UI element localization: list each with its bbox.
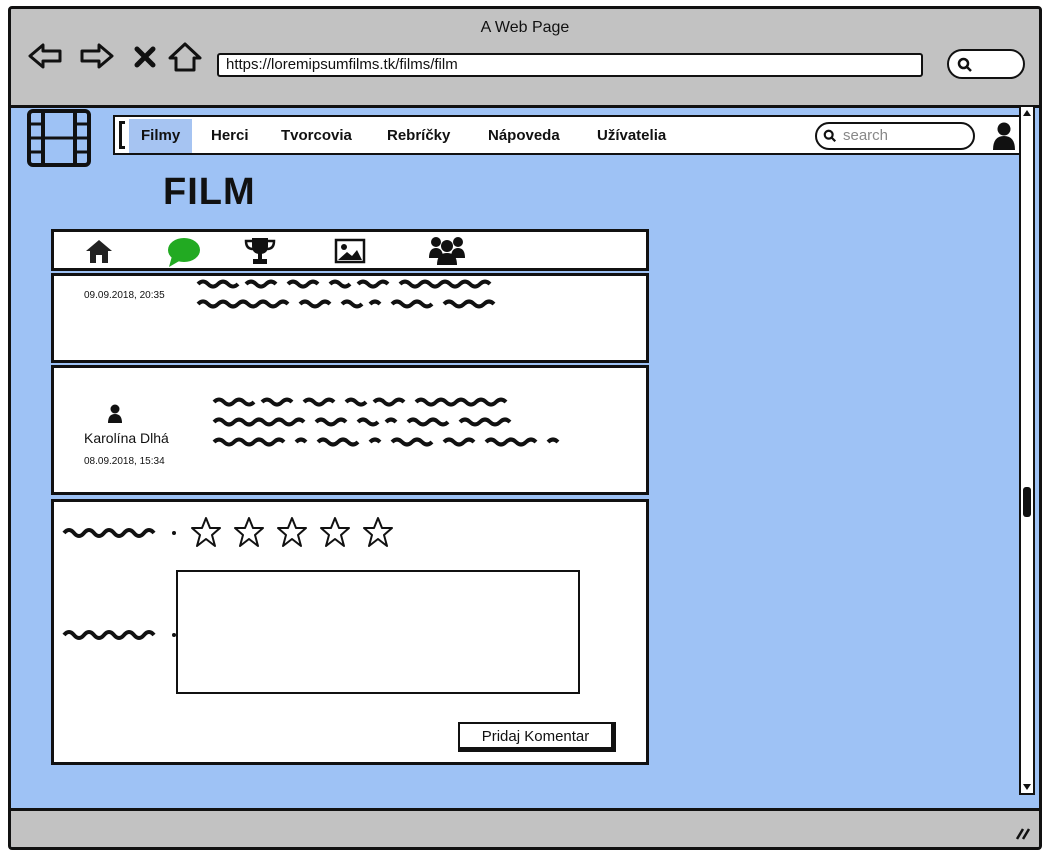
scroll-thumb[interactable] (1023, 487, 1031, 517)
home-icon[interactable] (84, 238, 114, 264)
comment-text (212, 397, 560, 447)
comment-icon[interactable] (166, 236, 202, 268)
resize-grip-icon[interactable] (1013, 823, 1031, 841)
nav-item-uzivatelia[interactable]: Užívatelia (585, 119, 678, 153)
rating-label (62, 528, 176, 538)
star-icon[interactable] (319, 516, 351, 548)
user-icon[interactable] (991, 121, 1017, 151)
comment-form: Pridaj Komentar (51, 499, 649, 765)
comment-date: 09.09.2018, 20:35 (84, 290, 165, 301)
stop-x-icon[interactable] (133, 45, 157, 69)
search-icon (957, 57, 972, 72)
url-bar[interactable]: https://loremipsumfilms.tk/films/film (217, 53, 923, 77)
nav-item-tvorcovia[interactable]: Tvorcovia (269, 119, 364, 153)
home-icon[interactable] (167, 41, 203, 73)
star-icon[interactable] (233, 516, 265, 548)
comment-item: Karolína Dlhá 08.09.2018, 15:34 (51, 365, 649, 495)
comment-field-label (62, 630, 176, 640)
star-rating[interactable] (190, 516, 394, 548)
star-icon[interactable] (190, 516, 222, 548)
comment-date: 08.09.2018, 15:34 (84, 456, 165, 467)
forward-arrow-icon[interactable] (79, 41, 115, 71)
browser-search-field[interactable] (947, 49, 1025, 79)
nav-item-rebricky[interactable]: Rebríčky (375, 119, 462, 153)
site-search-input[interactable]: search (815, 122, 975, 150)
scroll-down-icon[interactable] (1022, 782, 1032, 792)
user-icon (108, 404, 122, 423)
search-placeholder: search (843, 127, 889, 144)
film-logo-icon[interactable] (27, 109, 91, 167)
browser-window: A Web Page https://loremipsumfilms.tk/fi… (8, 6, 1042, 850)
comment-text (196, 279, 496, 309)
search-icon (823, 129, 837, 143)
comment-item: 09.09.2018, 20:35 (51, 273, 649, 363)
nav-item-napoveda[interactable]: Nápoveda (476, 119, 572, 153)
star-icon[interactable] (362, 516, 394, 548)
browser-chrome: A Web Page https://loremipsumfilms.tk/fi… (11, 9, 1039, 108)
film-tab-bar (51, 229, 649, 271)
status-bar (11, 808, 1039, 847)
menu-divider (119, 121, 125, 149)
vertical-scrollbar[interactable] (1019, 105, 1035, 795)
window-title: A Web Page (480, 19, 570, 36)
add-comment-button[interactable]: Pridaj Komentar (458, 722, 616, 752)
scroll-up-icon[interactable] (1022, 108, 1032, 118)
comment-author: Karolína Dlhá (84, 430, 169, 446)
image-icon[interactable] (334, 238, 366, 264)
back-arrow-icon[interactable] (27, 41, 63, 71)
comment-textarea[interactable] (176, 570, 580, 694)
group-icon[interactable] (428, 234, 466, 266)
nav-item-herci[interactable]: Herci (199, 119, 261, 153)
main-nav: Filmy Herci Tvorcovia Rebríčky Nápoveda … (113, 115, 1023, 155)
nav-item-filmy[interactable]: Filmy (129, 119, 193, 153)
page-title: FILM (163, 171, 256, 213)
star-icon[interactable] (276, 516, 308, 548)
trophy-icon[interactable] (244, 236, 276, 266)
